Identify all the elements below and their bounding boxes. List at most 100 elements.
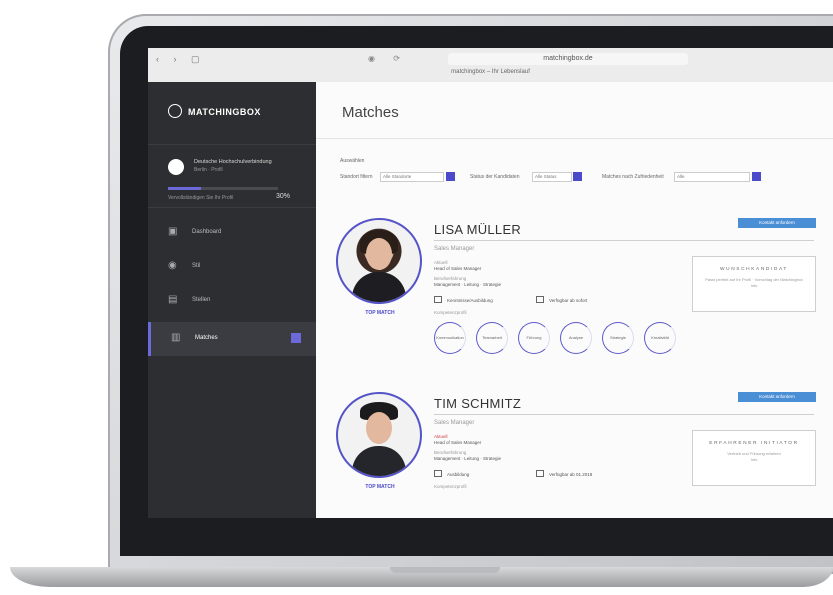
browser-nav-buttons[interactable]: ‹ › ▢ [156, 54, 206, 65]
screen: ‹ › ▢ ◉ ⟳ matchingbox.de matchingbox – I… [148, 48, 833, 518]
logo[interactable]: MATCHINGBOX [168, 104, 261, 118]
meta-left: Ausbildung [434, 470, 469, 477]
profile-name: Deutsche Hochschulverbindung [194, 159, 272, 165]
sidebar-item-matches[interactable]: ▥ Matches [148, 322, 319, 356]
candidate-photo[interactable] [336, 392, 422, 478]
competence-ring[interactable]: Kreativität [644, 322, 676, 354]
filter-location: Standort filtern Alle Standorte [340, 172, 470, 182]
profile-progress [168, 187, 278, 190]
candidate-name[interactable]: LISA MÜLLER [434, 222, 521, 237]
detail-value: Head of Sales Manager [434, 266, 482, 271]
photo-body [352, 272, 406, 302]
detail-value: Head of Sales Manager [434, 440, 482, 445]
logo-icon [168, 104, 182, 118]
candidate-role: Sales Manager [434, 420, 475, 426]
skills-value: Management · Leitung · Strategie [434, 282, 502, 287]
calendar-icon [536, 296, 544, 303]
filter-label: Matches nach Zufriedenheit [602, 174, 664, 180]
competence-ring[interactable]: Analyse [560, 322, 592, 354]
meta-right: Verfügbar ab sofort [536, 296, 587, 303]
profile-sub: Berlin · Profil [194, 167, 223, 173]
sidebar: MATCHINGBOX Deutsche Hochschulverbindung… [148, 82, 319, 518]
calendar-icon [536, 470, 544, 477]
meta-right-text: Verfügbar ab 01.2018 [549, 472, 593, 477]
detail-label: Aktuell [434, 434, 448, 439]
tab-title: matchingbox – Ihr Lebenslauf [451, 69, 530, 75]
avatar [168, 159, 184, 175]
contact-button[interactable]: Kontakt anfordern [738, 218, 816, 228]
name-underline [434, 240, 814, 241]
filter-location-select[interactable]: Alle Standorte [380, 172, 444, 182]
browser-toolbar: ‹ › ▢ ◉ ⟳ matchingbox.de matchingbox – I… [148, 48, 833, 83]
sidebar-item-label: Stil [192, 263, 201, 269]
document-icon: ▥ [171, 332, 181, 343]
candidate-photo[interactable] [336, 218, 422, 304]
page-title: Matches [342, 104, 399, 121]
skills-label: Berufserfahrung [434, 450, 467, 455]
wish-desc: Vertrieb und Führung erfahren [727, 451, 781, 456]
candidate-role: Sales Manager [434, 246, 475, 252]
match-label: TOP MATCH [365, 484, 395, 490]
filter-location-button[interactable] [446, 172, 455, 181]
filter-satisfaction: Matches nach Zufriedenheit Alle [602, 172, 772, 182]
competence-label: Kompetenzprofil [434, 484, 467, 489]
meta-right: Verfügbar ab 01.2018 [536, 470, 592, 477]
meta-left-text: Ausbildung [447, 472, 470, 477]
profile-progress-fill [168, 187, 201, 190]
sidebar-item-stellen[interactable]: ▤ Stellen [148, 284, 316, 318]
progress-percent: 30% [276, 193, 291, 200]
name-underline [434, 414, 814, 415]
candidate-card[interactable]: TOP MATCH TIM SCHMITZ Sales Manager Kont… [336, 392, 816, 518]
sidebar-item-dashboard[interactable]: ▣ Dashboard [148, 216, 316, 250]
competence-ring[interactable]: Strategie [602, 322, 634, 354]
candidate-name[interactable]: TIM SCHMITZ [434, 396, 521, 411]
education-icon [434, 296, 442, 303]
meta-left-text: Kenntnisse/Ausbildung [447, 298, 493, 303]
wish-box: WUNSCHKANDIDAT Passt perfekt auf Ihr Pro… [692, 256, 816, 312]
wish-extra: Info [750, 283, 758, 288]
logo-text: MATCHINGBOX [188, 107, 261, 117]
main-content: Matches Auswählen Standort filtern Alle … [316, 82, 833, 518]
photo-face [366, 238, 392, 270]
wish-extra: Info [750, 457, 758, 462]
filter-status-button[interactable] [573, 172, 582, 181]
filter-label: Standort filtern [340, 174, 373, 180]
match-label: TOP MATCH [365, 310, 395, 316]
candidate-card[interactable]: TOP MATCH LISA MÜLLER Sales Manager Kont… [336, 218, 816, 368]
divider [316, 138, 833, 139]
filter-status: Status der Kandidaten Alle Status [470, 172, 600, 182]
profile-panel[interactable]: Deutsche Hochschulverbindung Berlin · Pr… [148, 144, 316, 208]
globe-icon: ◉ [168, 260, 177, 271]
competence-label: Kompetenzprofil [434, 310, 467, 315]
wish-description: Passt perfekt auf Ihr Profil · Vorschlag… [703, 277, 805, 289]
sidebar-item-label: Dashboard [192, 229, 222, 235]
laptop-notch [390, 567, 500, 573]
address-bar[interactable]: matchingbox.de [448, 53, 688, 65]
wish-title: ERFAHRENER INITIATOR [709, 441, 799, 446]
dashboard-icon: ▣ [168, 226, 178, 237]
competence-ring[interactable]: Kommunikation [434, 322, 466, 354]
wish-desc: Passt perfekt auf Ihr Profil · Vorschlag… [705, 277, 803, 282]
sidebar-item-stil[interactable]: ◉ Stil [148, 250, 316, 284]
sidebar-item-label: Matches [195, 335, 218, 341]
wish-title: WUNSCHKANDIDAT [720, 267, 788, 272]
detail-label: Aktuell [434, 260, 448, 265]
meta-right-text: Verfügbar ab sofort [549, 298, 588, 303]
sidebar-item-label: Stellen [192, 297, 211, 303]
wish-description: Vertrieb und Führung erfahren Info [703, 451, 805, 463]
photo-body [352, 446, 406, 476]
competence-ring[interactable]: Führung [518, 322, 550, 354]
filter-title: Auswählen [340, 158, 365, 164]
competence-ring[interactable]: Teamarbeit [476, 322, 508, 354]
photo-face [366, 412, 392, 444]
contact-button[interactable]: Kontakt anfordern [738, 392, 816, 402]
browser-controls[interactable]: ◉ ⟳ [368, 54, 408, 63]
matches-badge [291, 333, 301, 343]
filter-status-select[interactable]: Alle Status [532, 172, 572, 182]
wish-box: ERFAHRENER INITIATOR Vertrieb und Führun… [692, 430, 816, 486]
filter-satisfaction-select[interactable]: Alle [674, 172, 750, 182]
meta-left: Kenntnisse/Ausbildung [434, 296, 493, 303]
filter-satisfaction-button[interactable] [752, 172, 761, 181]
skills-value: Management · Leitung · Strategie [434, 456, 502, 461]
skills-label: Berufserfahrung [434, 276, 467, 281]
